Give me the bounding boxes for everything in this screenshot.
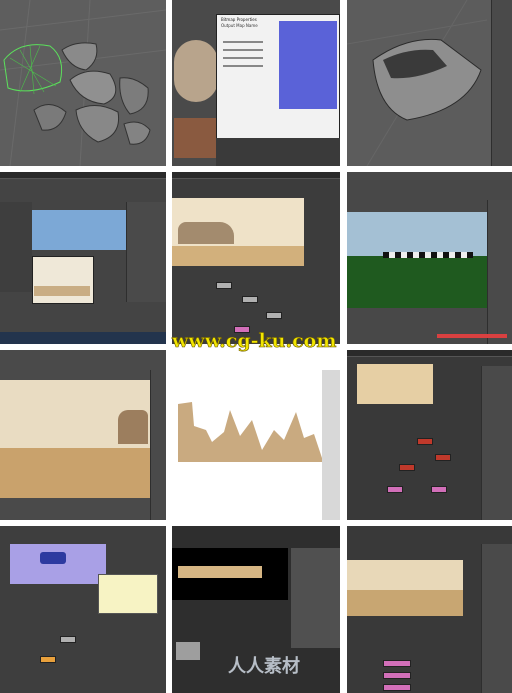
- tile-rock-modeling-viewport: [0, 0, 166, 166]
- channel-box: [126, 202, 166, 302]
- tile-texture-dialog: Bitmap Properties Output Map Name: [172, 0, 340, 166]
- material-sphere: [174, 40, 218, 102]
- timeline-bar[interactable]: [437, 334, 507, 338]
- fusion-menubar-2: [347, 350, 512, 357]
- fusion-menubar: [172, 172, 340, 179]
- thumbnail: [176, 642, 200, 660]
- color-grid: [290, 548, 340, 648]
- attribute-panel: [491, 0, 512, 166]
- normal-map-preview: [279, 21, 337, 109]
- tile-car-model-viewport: [347, 0, 512, 166]
- tile-fusion-nodes-1: [172, 172, 340, 344]
- node-merge[interactable]: [242, 296, 258, 303]
- sand-ground: [34, 286, 90, 296]
- rock-meshes-render: [0, 0, 166, 166]
- viewer-desert: [357, 364, 433, 404]
- inspector-panel: [150, 370, 166, 520]
- watermark-renren-logo: 人人素材: [228, 656, 300, 677]
- desert-ground: [0, 448, 150, 498]
- grass-plane: [347, 256, 487, 308]
- sky-backdrop: [347, 212, 487, 256]
- rock-formation: [178, 222, 234, 244]
- bitmap-dialog[interactable]: Bitmap Properties Output Map Name: [216, 14, 340, 140]
- final-ground: [347, 590, 463, 616]
- truck-model: [40, 552, 66, 564]
- mesa-rock: [118, 410, 148, 444]
- inspector-panel-3: [481, 544, 512, 693]
- taskbar: [0, 332, 166, 344]
- node-red-1[interactable]: [417, 438, 433, 445]
- node-pink-5[interactable]: [383, 684, 411, 691]
- node-red-3[interactable]: [399, 464, 415, 471]
- node-b[interactable]: [40, 656, 56, 663]
- purple-viewer: [10, 544, 106, 584]
- node-pink-4[interactable]: [383, 672, 411, 679]
- inspector-panel-2: [481, 366, 512, 520]
- render-view-window: [32, 256, 94, 304]
- dialog-title: Bitmap Properties: [221, 17, 257, 22]
- sand-plane: [172, 246, 304, 266]
- tile-truck-comp: [0, 526, 166, 693]
- outliner-panel: [0, 202, 32, 292]
- tile-rock-cutout: [172, 350, 340, 520]
- texture-footer: [216, 138, 340, 166]
- tile-final-comp: [347, 526, 512, 693]
- node-pink-3[interactable]: [383, 660, 411, 667]
- tile-desert-render: [0, 350, 166, 520]
- node-a[interactable]: [60, 636, 76, 643]
- matte-strip: [178, 566, 262, 578]
- viewport-sky: [32, 210, 126, 250]
- checker-markers: [383, 252, 473, 258]
- side-panel: [322, 370, 340, 520]
- node-red-2[interactable]: [435, 454, 451, 461]
- node-loader[interactable]: [216, 282, 232, 289]
- watermark-cg-ku: www.cg-ku.com: [172, 330, 337, 353]
- node-pink-1[interactable]: [387, 486, 403, 493]
- app-menubar: [0, 172, 166, 179]
- dialog-list-header: Output Map Name: [221, 23, 258, 28]
- material-swatches: [174, 118, 218, 158]
- node-pink-2[interactable]: [431, 486, 447, 493]
- tooltip: [98, 574, 158, 614]
- tile-fusion-nodes-2: [347, 350, 512, 520]
- car-mesh-render: [347, 0, 488, 166]
- tile-composite-grass: [347, 172, 512, 344]
- node-transform[interactable]: [266, 312, 282, 319]
- rock-cutout-shapes: [178, 402, 332, 462]
- tile-3d-app-desert: [0, 172, 166, 344]
- tool-panel: [487, 200, 512, 344]
